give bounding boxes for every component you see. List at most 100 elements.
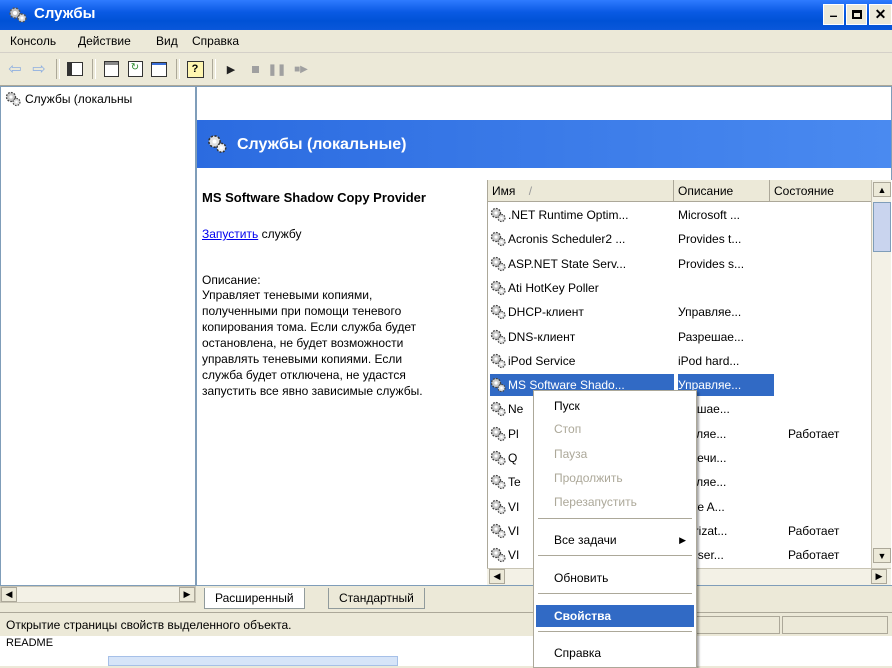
refresh-button[interactable]: ↻ [124, 58, 146, 80]
service-gear-icon [490, 280, 506, 296]
service-gear-icon [490, 207, 506, 223]
description-line: Управляет теневыми копиями, [202, 288, 373, 302]
service-gear-icon [490, 474, 506, 490]
service-name: VI [508, 523, 520, 538]
restart-service-button[interactable]: ■▶ [290, 58, 312, 80]
service-name: Ati HotKey Poller [508, 280, 599, 295]
service-row[interactable]: Acronis Scheduler2 ... Provides t... [488, 228, 872, 250]
show-tree-button[interactable] [64, 58, 86, 80]
menu-item-start[interactable]: Пуск [536, 395, 694, 417]
maximize-button[interactable] [846, 4, 867, 25]
service-row[interactable]: DNS-клиент Разрешае... [488, 326, 872, 348]
tab-extended[interactable]: Расширенный [204, 588, 305, 609]
description-line: копирования тома. Если служба будет [202, 320, 417, 334]
column-header-status[interactable]: Состояние [770, 180, 874, 202]
play-icon: ▶ [226, 63, 236, 76]
service-gear-icon [490, 426, 506, 442]
refresh-icon: ↻ [127, 61, 143, 77]
start-service-button[interactable]: ▶ [220, 58, 242, 80]
arrow-right-icon: ⇨ [32, 61, 46, 78]
service-row[interactable]: iPod Service iPod hard... [488, 350, 872, 372]
menu-console[interactable]: Консоль [4, 30, 62, 52]
service-gear-icon [490, 304, 506, 320]
stop-service-button[interactable] [244, 58, 266, 80]
scroll-right-button[interactable]: ▶ [871, 569, 887, 584]
service-status-cell: Работает [788, 426, 840, 441]
menu-separator [538, 555, 692, 556]
service-row[interactable]: Ati HotKey Poller [488, 277, 872, 299]
help-button[interactable]: ? [184, 58, 206, 80]
service-status-cell: Работает [788, 548, 840, 563]
service-name: VI [508, 499, 520, 514]
service-name-cell: DNS-клиент [490, 326, 674, 348]
pane-title: Службы (локальные) [237, 136, 407, 153]
service-name: Acronis Scheduler2 ... [508, 232, 626, 247]
menu-separator [538, 631, 692, 632]
service-description-cell: Разрешае... [678, 329, 744, 344]
menu-item-help[interactable]: Справка [536, 642, 694, 664]
menu-item-stop[interactable]: Стоп [536, 418, 694, 440]
column-header-name[interactable]: Имя / [488, 180, 674, 202]
status-panel [690, 616, 780, 634]
service-row[interactable]: ASP.NET State Serv... Provides s... [488, 253, 872, 275]
menu-item-all-tasks[interactable]: Все задачи ▶ [536, 529, 694, 551]
maximize-icon [851, 10, 862, 19]
service-gear-icon [490, 450, 506, 466]
service-name-cell: ASP.NET State Serv... [490, 253, 674, 275]
service-description-cell: Управляе... [678, 305, 742, 320]
tab-standard[interactable]: Стандартный [328, 588, 425, 609]
service-name: .NET Runtime Optim... [508, 208, 629, 222]
service-gear-icon [490, 353, 506, 369]
title-bar[interactable]: Службы – ✕ [0, 0, 892, 30]
scroll-down-button[interactable]: ▼ [873, 548, 891, 563]
scroll-left-button[interactable]: ◀ [489, 569, 505, 584]
list-vertical-scrollbar[interactable]: ▲ ▼ [871, 180, 891, 568]
menu-view[interactable]: Вид [150, 30, 184, 52]
scroll-down-icon: ▼ [877, 550, 887, 561]
toolbar: ⇦ ⇨ ↻ ? ▶ ❚❚ ■▶ [0, 53, 892, 86]
service-status-cell: Работает [788, 523, 840, 538]
tree-node-services[interactable]: Службы (локальны [5, 91, 132, 107]
start-service-link[interactable]: Запустить [202, 227, 258, 241]
taskbar-fragment [108, 656, 398, 666]
service-gear-icon [490, 401, 506, 417]
scroll-thumb[interactable] [873, 202, 891, 252]
service-name-cell: Acronis Scheduler2 ... [490, 228, 674, 250]
menu-item-pause[interactable]: Пауза [536, 443, 694, 465]
menu-bar: Консоль Действие Вид Справка [0, 30, 892, 53]
menu-item-resume[interactable]: Продолжить [536, 467, 694, 489]
scroll-left-button[interactable]: ◀ [1, 587, 17, 602]
status-bar: Открытие страницы свойств выделенного об… [0, 612, 892, 637]
service-gear-icon [490, 547, 506, 563]
scroll-left-icon: ◀ [5, 589, 13, 599]
export-list-button[interactable] [148, 58, 170, 80]
back-button[interactable]: ⇦ [4, 58, 26, 80]
scroll-right-icon: ▶ [875, 571, 883, 581]
close-button[interactable]: ✕ [869, 4, 892, 25]
service-name: VI [508, 548, 520, 563]
pause-service-button[interactable]: ❚❚ [266, 58, 288, 80]
tree-horizontal-scrollbar[interactable]: ◀ ▶ [0, 586, 196, 603]
service-gear-icon [490, 329, 506, 345]
scroll-right-button[interactable]: ▶ [179, 587, 195, 602]
menu-action[interactable]: Действие [72, 30, 137, 52]
service-gear-icon [490, 256, 506, 272]
console-tree-icon [67, 62, 83, 76]
scroll-up-button[interactable]: ▲ [873, 182, 891, 197]
forward-button[interactable]: ⇨ [28, 58, 50, 80]
service-row[interactable]: .NET Runtime Optim... Microsoft ... [488, 204, 872, 226]
column-header-description[interactable]: Описание [674, 180, 770, 202]
minimize-button[interactable]: – [823, 4, 844, 25]
context-menu: Пуск Стоп Пауза Продолжить Перезапустить… [533, 390, 697, 668]
menu-item-properties[interactable]: Свойства [536, 605, 694, 627]
menu-help[interactable]: Справка [186, 30, 245, 52]
tree-node-label: Службы (локальны [25, 92, 133, 106]
service-name: Pl [508, 426, 519, 441]
service-row[interactable]: DHCP-клиент Управляе... [488, 301, 872, 323]
service-name: iPod Service [508, 353, 576, 368]
service-description-cell: Provides t... [678, 232, 742, 247]
service-name-cell: iPod Service [490, 350, 674, 372]
properties-button[interactable] [100, 58, 122, 80]
menu-item-refresh[interactable]: Обновить [536, 567, 694, 589]
menu-item-restart[interactable]: Перезапустить [536, 491, 694, 513]
